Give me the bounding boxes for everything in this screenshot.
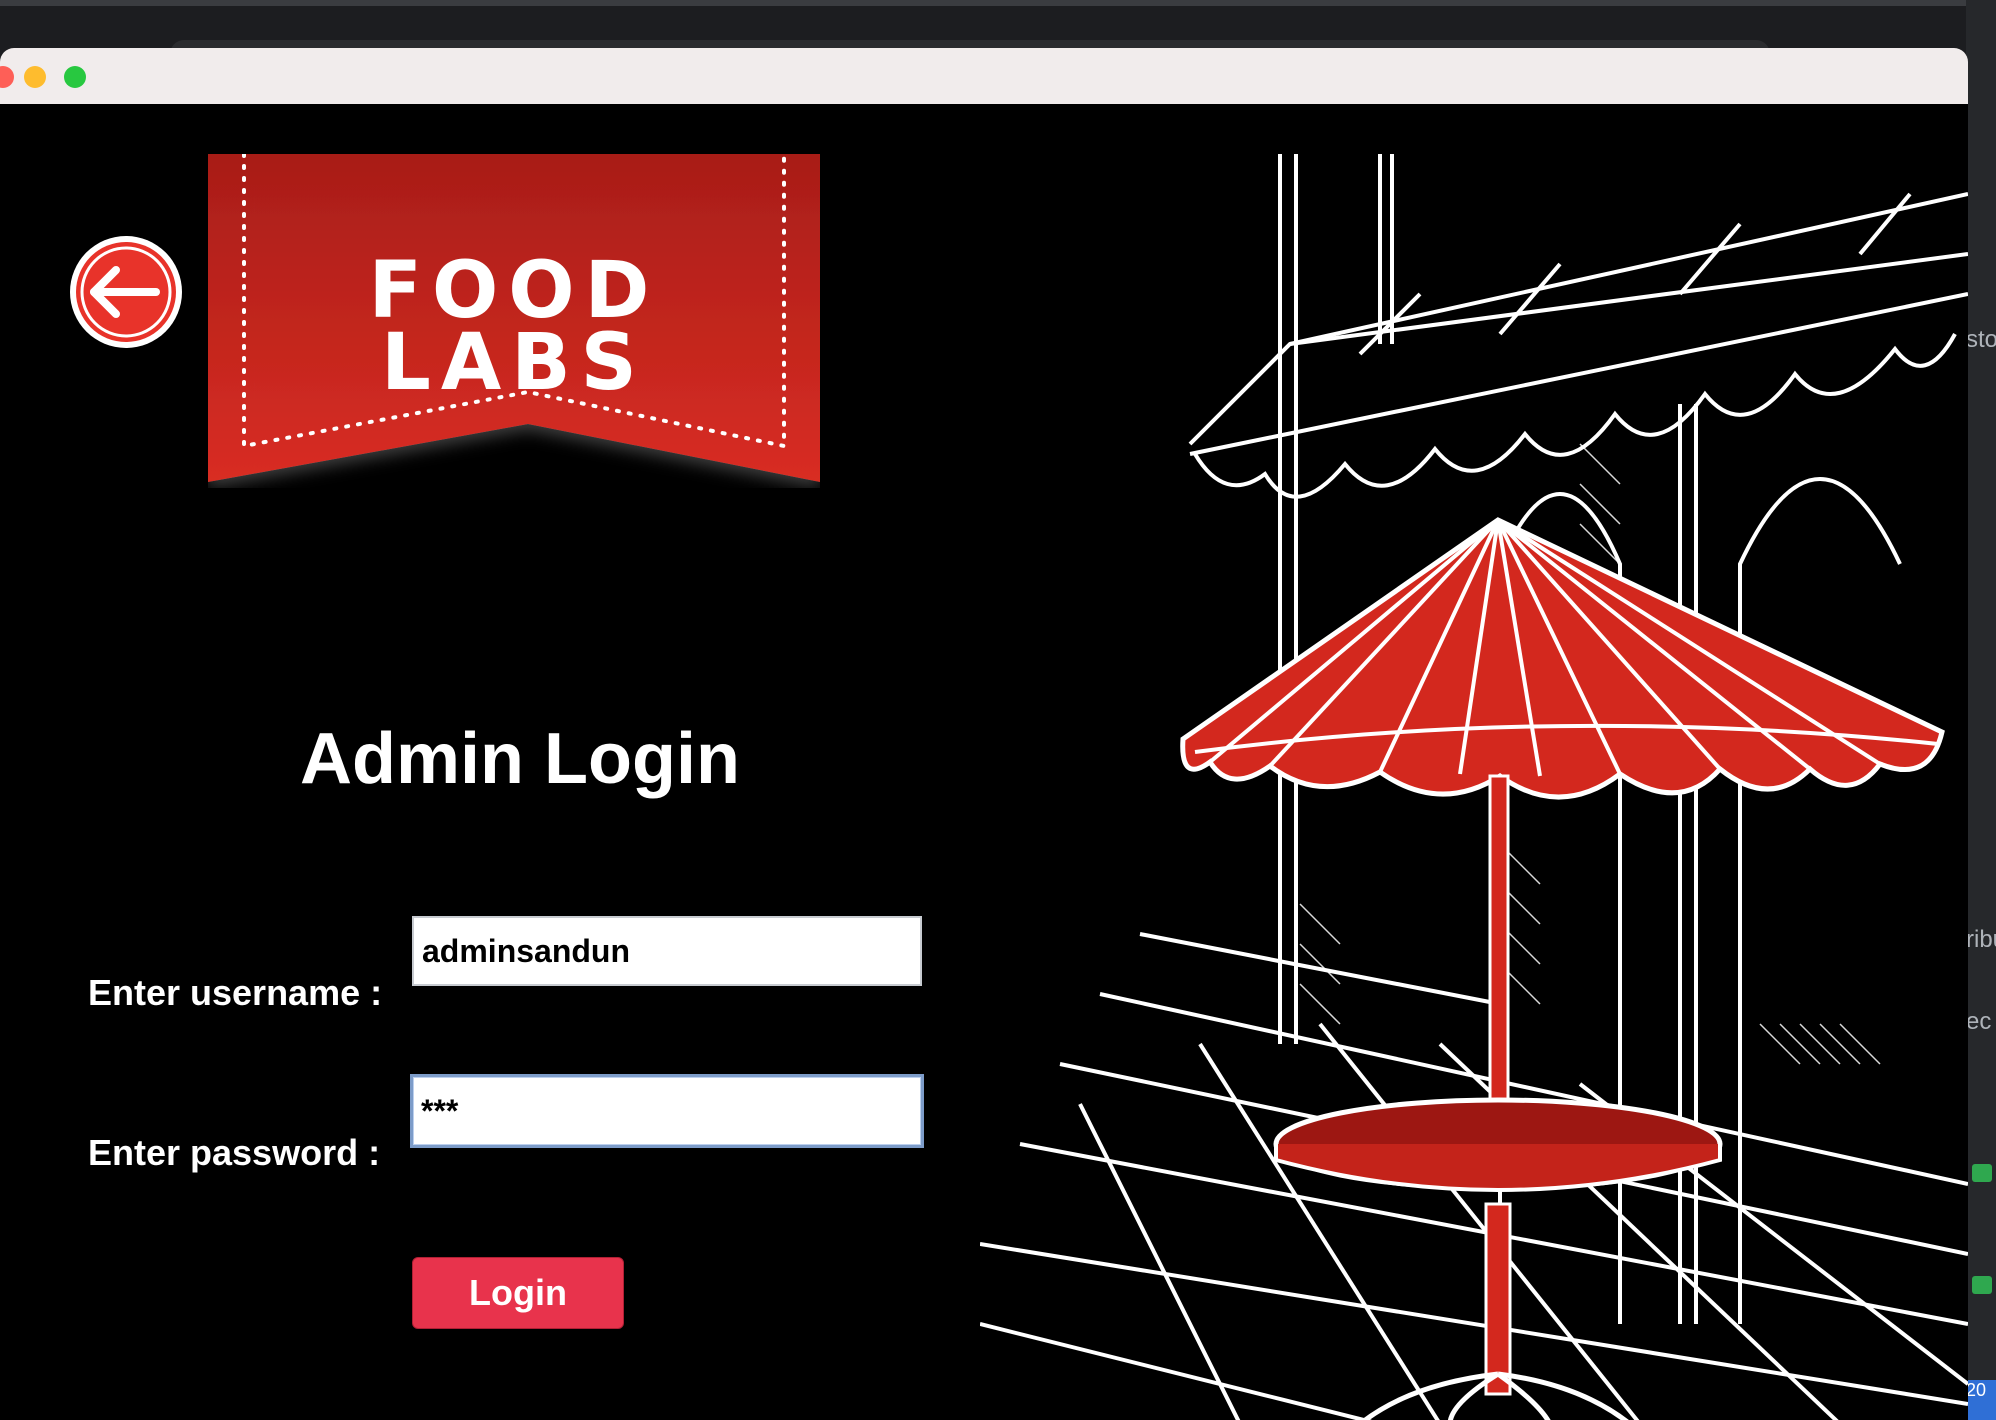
- password-label: Enter password :: [88, 1132, 381, 1173]
- page-title: Admin Login: [300, 719, 740, 799]
- back-button[interactable]: [68, 234, 184, 350]
- background-peek-text: ribu: [1966, 926, 1996, 953]
- food-labs-logo: FOOD LABS: [208, 154, 820, 488]
- logo-text-line2: LABS: [381, 318, 647, 408]
- username-label: Enter username :: [88, 972, 383, 1013]
- background-peek-text: sto: [1966, 326, 1996, 353]
- background-peek-badge: 20: [1966, 1380, 1996, 1420]
- background-peek-indicator: [1972, 1276, 1992, 1294]
- window-titlebar: [0, 48, 1968, 105]
- password-field[interactable]: [410, 1074, 924, 1148]
- red-cafe-table: [1273, 1097, 1723, 1420]
- cafe-umbrella-illustration: [980, 154, 1968, 1420]
- desktop-top-strip: [0, 0, 1996, 6]
- username-field[interactable]: [412, 916, 922, 986]
- close-window-button[interactable]: [0, 66, 14, 88]
- login-button[interactable]: Login: [412, 1257, 624, 1329]
- minimize-window-button[interactable]: [24, 66, 46, 88]
- zoom-window-button[interactable]: [64, 66, 86, 88]
- background-app-panel: [1966, 0, 1996, 1420]
- back-arrow-icon: [70, 236, 182, 348]
- background-peek-text: ec: [1966, 1008, 1992, 1035]
- login-screen: FOOD LABS Admin Login Enter username : E…: [0, 104, 1968, 1420]
- app-window: FOOD LABS Admin Login Enter username : E…: [0, 48, 1968, 1420]
- background-peek-indicator: [1972, 1164, 1992, 1182]
